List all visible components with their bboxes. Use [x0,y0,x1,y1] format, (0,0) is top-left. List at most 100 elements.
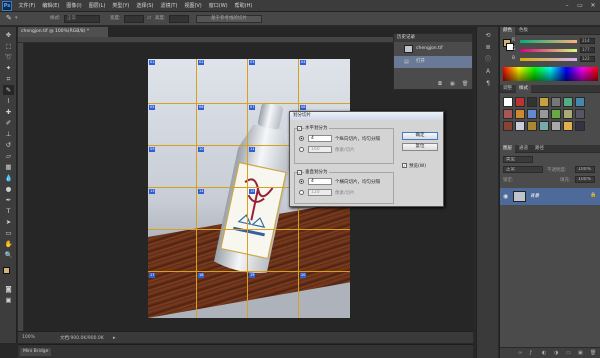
tab-color[interactable]: 颜色 [500,27,515,35]
preview-checkbox[interactable]: ✓ [402,163,407,168]
style-swatch[interactable] [563,97,573,107]
chevron-down-icon[interactable]: ▾ [15,15,18,21]
style-swatch[interactable] [551,109,561,119]
width-field[interactable] [124,15,144,23]
document-info[interactable]: 文档:900.0K/900.0K [60,335,104,341]
ok-button[interactable]: 确定 [402,132,438,140]
slice-line[interactable] [196,59,197,318]
style-swatch[interactable] [515,121,525,131]
hand-tool-icon[interactable]: ✋ [3,239,14,249]
horizontal-pixels-field[interactable]: 160 [308,146,332,153]
gradient-tool-icon[interactable]: ▦ [3,162,14,172]
menu-type[interactable]: 类型(Y) [109,0,133,12]
tab-channels[interactable]: 通道 [516,145,531,153]
eye-icon[interactable]: ◉ [503,193,508,200]
style-swatch[interactable] [575,121,585,131]
swap-icon[interactable]: ⇄ [147,15,151,21]
slice-tool-icon[interactable]: ✎ [6,14,12,22]
screen-mode-icon[interactable]: ▣ [3,295,14,305]
brush-tool-icon[interactable]: ✐ [3,118,14,128]
mask-icon[interactable]: ◐ [542,350,546,356]
history-step[interactable]: ▤ 打开 [394,56,472,68]
path-select-icon[interactable]: ➤ [3,217,14,227]
menu-view[interactable]: 视图(V) [181,0,205,12]
horizontal-checkbox[interactable]: ✓ [297,126,302,131]
vertical-checkbox[interactable]: ✓ [297,170,302,175]
style-swatch[interactable] [551,121,561,131]
new-layer-icon[interactable]: ▣ [578,350,583,356]
lasso-tool-icon[interactable]: ➰ [3,52,14,62]
folder-icon[interactable]: ▭ [566,350,571,356]
restore-button[interactable]: ▭ [575,1,585,10]
adjustment-icon[interactable]: ◑ [554,350,558,356]
fx-icon[interactable]: ƒ [530,350,532,356]
slice-line[interactable] [247,59,248,318]
style-swatch[interactable] [539,109,549,119]
style-swatch[interactable] [503,121,513,131]
menu-help[interactable]: 帮助(H) [231,0,256,12]
eraser-tool-icon[interactable]: ▱ [3,151,14,161]
trash-icon[interactable]: 🗑 [462,81,468,87]
slices-from-guides-button[interactable]: 基于参考线的切片 [196,15,262,23]
foreground-color-swatch[interactable] [3,267,10,274]
move-tool-icon[interactable]: ✥ [3,30,14,40]
fill-field[interactable]: 100% [575,176,595,183]
tab-swatches[interactable]: 色板 [516,27,531,35]
horizontal-count-radio[interactable] [299,136,304,141]
clone-stamp-icon[interactable]: ⊥ [3,129,14,139]
layer-filter-select[interactable]: 类型 [503,156,533,163]
history-snapshot[interactable]: chengjon.tif [394,43,472,55]
character-icon[interactable]: A [482,67,494,77]
style-swatch[interactable] [575,109,585,119]
menu-select[interactable]: 选择(S) [133,0,157,12]
eyedropper-tool-icon[interactable]: ⌇ [3,96,14,106]
slice-line[interactable] [148,271,350,272]
history-panel-tab[interactable]: 历史记录 [394,34,472,42]
style-swatch[interactable] [563,109,573,119]
height-field[interactable] [169,15,189,23]
red-slider[interactable]: R 214 [512,38,596,45]
dodge-tool-icon[interactable]: ● [3,184,14,194]
menu-filter[interactable]: 滤镜(T) [157,0,181,12]
style-swatch[interactable] [539,121,549,131]
horizontal-count-field[interactable]: 4 [308,135,332,142]
slice-line[interactable] [148,229,350,230]
vertical-pixels-radio[interactable] [299,190,304,195]
style-swatch[interactable] [527,121,537,131]
style-swatch[interactable] [515,97,525,107]
crop-tool-icon[interactable]: ⌗ [3,74,14,84]
tab-layers[interactable]: 图层 [500,145,515,153]
new-document-icon[interactable]: ▣ [450,81,455,87]
slice-tool-icon[interactable]: ✎ [3,85,14,95]
blend-mode-select[interactable]: 正常 [503,166,543,173]
style-swatch[interactable] [575,97,585,107]
menu-image[interactable]: 图像(I) [63,0,85,12]
style-swatch[interactable] [527,97,537,107]
chevron-right-icon[interactable]: ▸ [113,335,116,341]
link-icon[interactable]: ∞ [518,350,522,356]
vertical-count-radio[interactable] [299,179,304,184]
menu-file[interactable]: 文件(F) [15,0,39,12]
quick-mask-icon[interactable]: ◙ [3,284,14,294]
tab-paths[interactable]: 路径 [532,145,547,153]
tab-adjustments[interactable]: 调整 [500,85,515,93]
trash-icon[interactable]: 🗑 [590,350,596,356]
reset-button[interactable]: 复位 [402,143,438,151]
camera-icon[interactable]: ◘ [438,81,442,87]
slice-line[interactable] [148,103,350,104]
style-swatch[interactable] [563,121,573,131]
menu-layer[interactable]: 图层(L) [85,0,109,12]
layer-name[interactable]: 背景 [530,193,539,199]
zoom-tool-icon[interactable]: 🔍 [3,250,14,260]
style-select[interactable]: 正常 [64,15,100,23]
vertical-count-field[interactable]: 4 [308,178,332,185]
layer-row[interactable]: ◉ 背景 🔒 [500,188,600,205]
mini-bridge-tab[interactable]: Mini Bridge [20,348,52,356]
info-icon[interactable]: ⓘ [482,55,494,65]
paragraph-icon[interactable]: ¶ [482,79,494,89]
history-brush-icon[interactable]: ↺ [3,140,14,150]
healing-brush-icon[interactable]: ✚ [3,107,14,117]
green-slider[interactable]: G 177 [512,47,596,54]
properties-icon[interactable]: ≣ [482,43,494,53]
quick-select-tool-icon[interactable]: ✦ [3,63,14,73]
